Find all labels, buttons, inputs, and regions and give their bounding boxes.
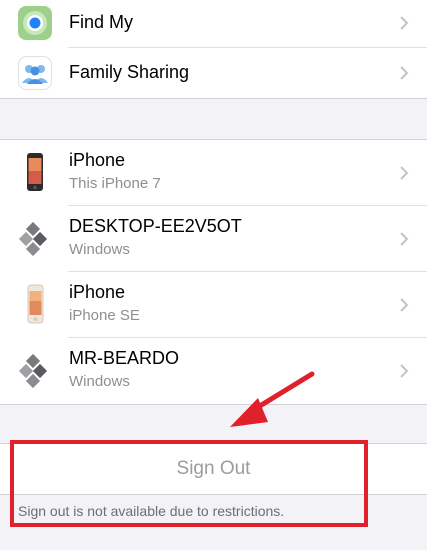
chevron-right-icon <box>400 364 409 378</box>
chevron-right-icon <box>400 66 409 80</box>
device-detail: Windows <box>69 241 130 258</box>
family-sharing-row[interactable]: Family Sharing <box>0 48 427 98</box>
annotation-highlight-box <box>10 440 368 527</box>
chevron-right-icon <box>400 166 409 180</box>
iphone-dark-icon <box>27 153 43 191</box>
chevron-right-icon <box>400 16 409 30</box>
device-name: DESKTOP-EE2V5OT <box>69 216 242 236</box>
family-sharing-icon <box>18 56 52 90</box>
device-detail: This iPhone 7 <box>69 175 161 192</box>
find-my-row[interactable]: Find My <box>0 0 427 48</box>
device-name: MR-BEARDO <box>69 348 180 368</box>
iphone-light-icon <box>27 284 44 324</box>
chevron-right-icon <box>400 298 409 312</box>
chevron-right-icon <box>400 232 409 246</box>
devices-group: iPhone This iPhone 7 DESKTOP-EE2V5OT Win… <box>0 139 427 405</box>
apps-group: Find My Family Sharing <box>0 0 427 99</box>
family-sharing-label: Family Sharing <box>69 62 190 82</box>
find-my-icon <box>18 6 52 40</box>
find-my-label: Find My <box>69 12 134 32</box>
device-detail: iPhone SE <box>69 307 140 324</box>
device-row[interactable]: iPhone This iPhone 7 <box>0 140 427 206</box>
windows-pc-icon <box>18 222 48 256</box>
device-detail: Windows <box>69 373 130 390</box>
device-name: iPhone <box>69 282 126 302</box>
device-name: iPhone <box>69 150 126 170</box>
device-row[interactable]: MR-BEARDO Windows <box>0 338 427 404</box>
device-row[interactable]: DESKTOP-EE2V5OT Windows <box>0 206 427 272</box>
device-row[interactable]: iPhone iPhone SE <box>0 272 427 338</box>
windows-pc-icon <box>18 354 48 388</box>
